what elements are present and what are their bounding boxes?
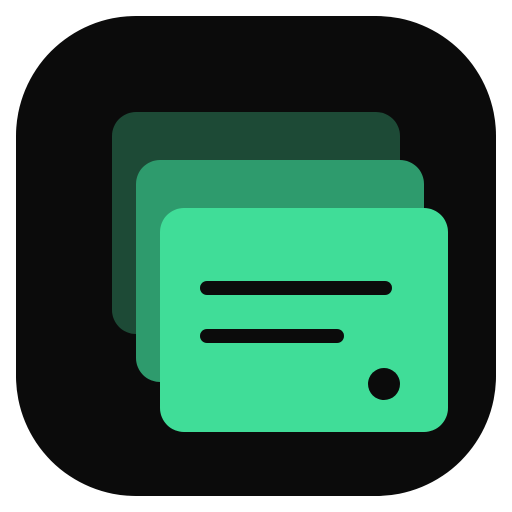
text-line-short — [200, 329, 344, 343]
stacked-cards-icon — [16, 16, 496, 496]
text-line-long — [200, 281, 392, 295]
status-dot — [368, 368, 400, 400]
card-front — [160, 208, 448, 432]
